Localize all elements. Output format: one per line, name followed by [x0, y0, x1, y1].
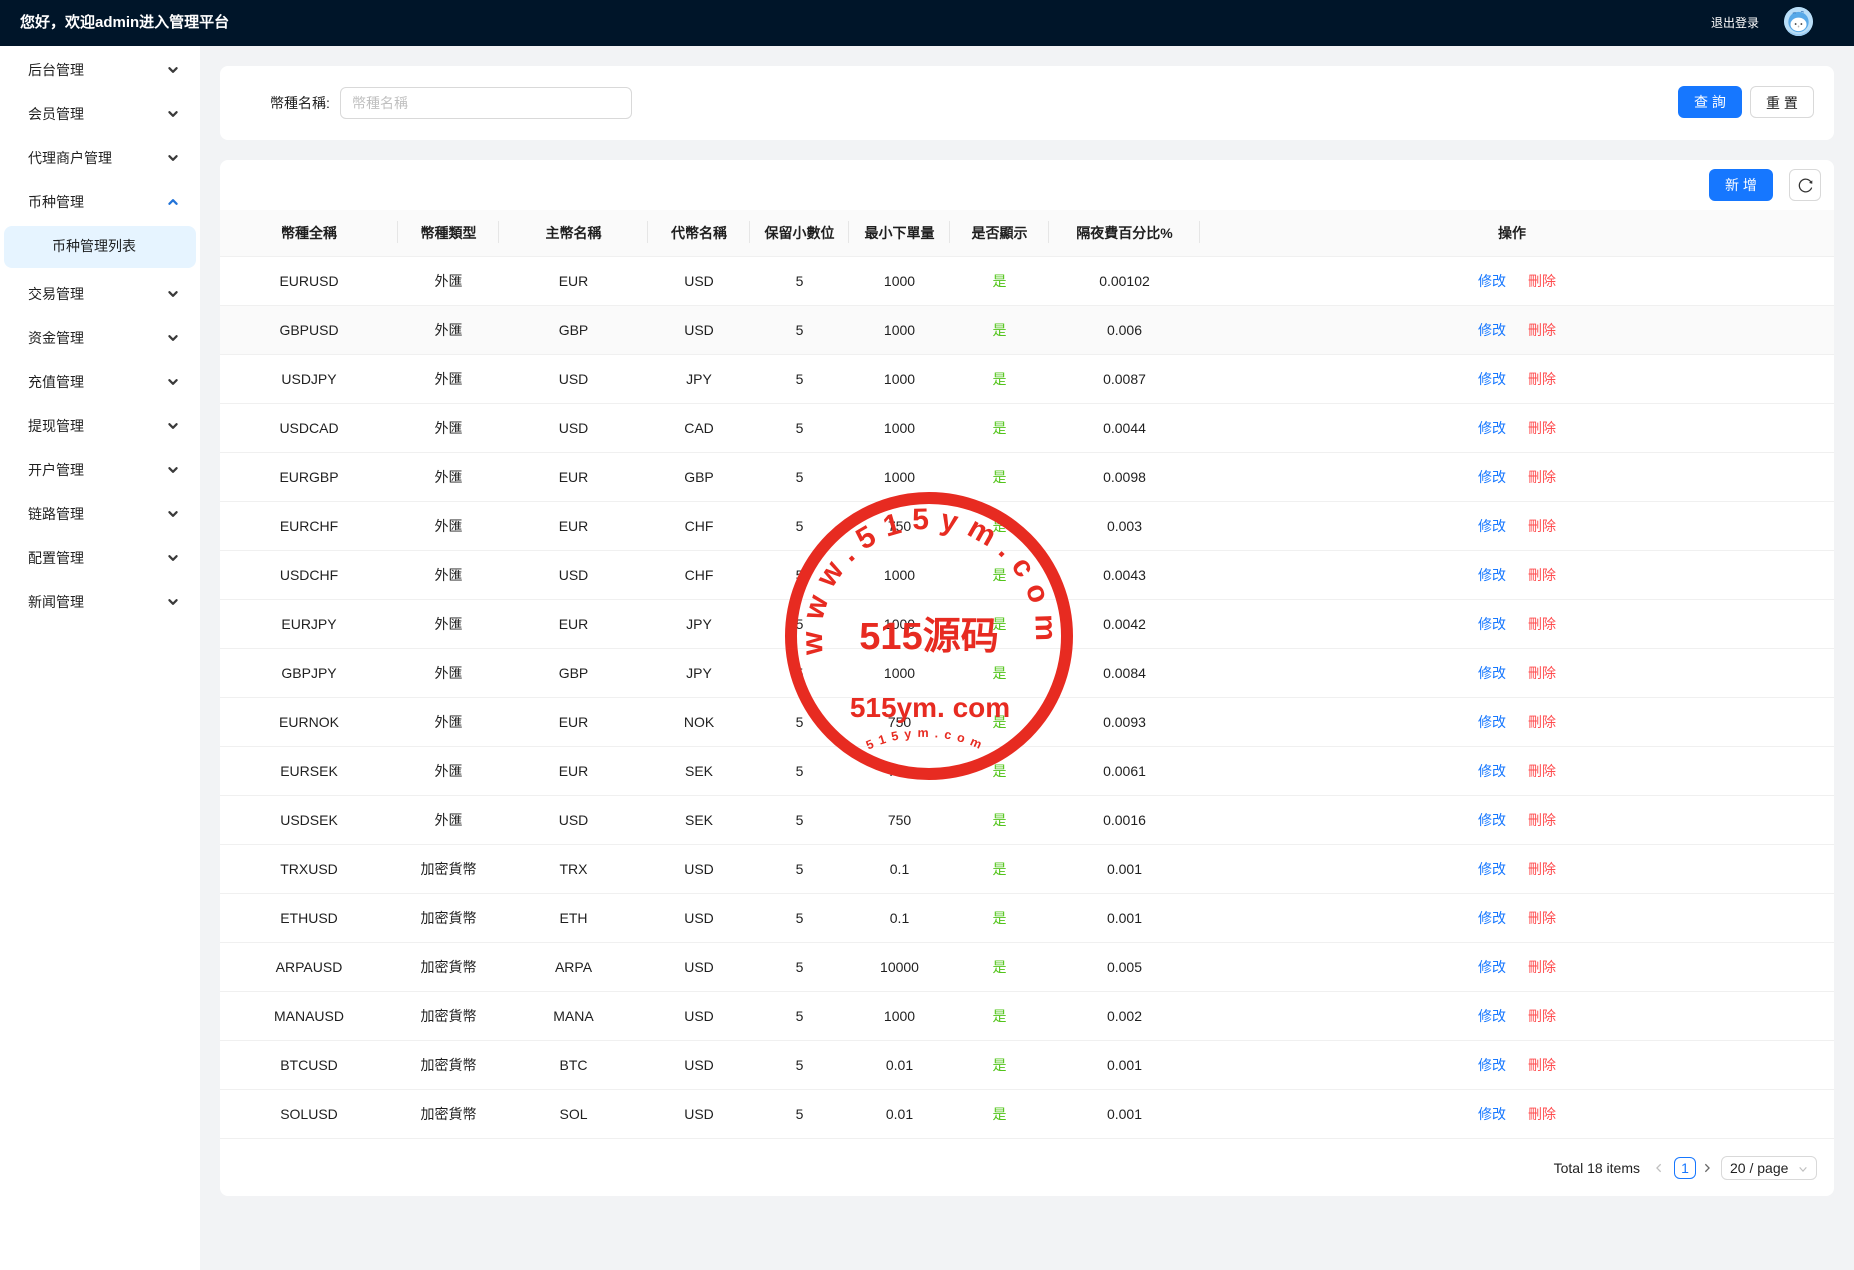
svg-text:515源码: 515源码: [859, 616, 998, 658]
svg-text:515ym.com: 515ym.com: [864, 726, 989, 754]
svg-text:515ym. com: 515ym. com: [850, 692, 1010, 723]
